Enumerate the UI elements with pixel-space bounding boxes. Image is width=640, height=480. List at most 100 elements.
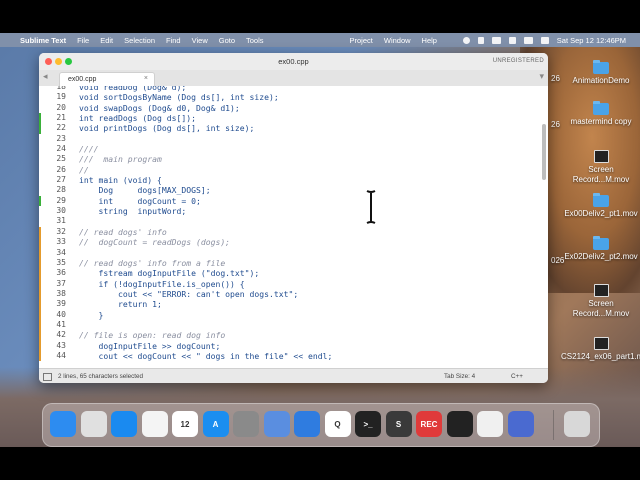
window-title: ex00.cpp bbox=[278, 57, 309, 66]
code-text: void sortDogsByName (Dog ds[], int size)… bbox=[79, 92, 279, 103]
menu-file[interactable]: File bbox=[77, 36, 89, 45]
dock-trash-icon[interactable] bbox=[564, 411, 590, 437]
tab-ex00-cpp[interactable]: ex00.cpp × bbox=[59, 72, 155, 87]
menu-clock[interactable]: Sat Sep 12 12:46PM bbox=[557, 36, 626, 45]
code-line[interactable]: 19 void sortDogsByName (Dog ds[], int siz… bbox=[39, 92, 539, 102]
dock-activity-icon[interactable] bbox=[446, 411, 473, 437]
code-lines: 18 void readDog (Dog& d); 19 void sortDogsB… bbox=[39, 86, 539, 362]
code-line[interactable]: 44 cout << dogCount << " dogs in the fil… bbox=[39, 350, 539, 362]
tab-size-selector[interactable]: Tab Size: 4 bbox=[444, 373, 475, 380]
code-text: int dogCount = 0; bbox=[79, 195, 201, 206]
menu-help[interactable]: Help bbox=[422, 36, 437, 45]
line-number: 38 bbox=[56, 288, 66, 298]
record-icon[interactable] bbox=[462, 36, 470, 44]
menu-goto[interactable]: Goto bbox=[219, 36, 235, 45]
tab-close-icon[interactable]: × bbox=[144, 75, 148, 82]
desktop-icon[interactable]: CS2124_ex06_part1.mov bbox=[561, 337, 640, 362]
code-line[interactable]: 40 } bbox=[39, 309, 539, 320]
code-editor[interactable]: 18 void readDog (Dog& d); 19 void sortDogsB… bbox=[39, 86, 548, 368]
code-text: int readDogs (Dog ds[]); bbox=[79, 113, 196, 124]
status-bar: 2 lines, 65 characters selected Tab Size… bbox=[39, 368, 548, 383]
menu-project[interactable]: Project bbox=[350, 36, 373, 45]
code-line[interactable]: 27 int main (void) { bbox=[39, 175, 539, 185]
folder-icon bbox=[593, 60, 609, 74]
code-line[interactable]: 20 void swapDogs (Dog& d0, Dog& d1); bbox=[39, 103, 539, 113]
bluetooth-icon[interactable] bbox=[477, 36, 484, 44]
code-line[interactable]: 35 // read dogs' info from a file bbox=[39, 257, 539, 269]
folder-icon bbox=[593, 193, 609, 207]
code-line[interactable]: 36 fstream dogInputFile ("dog.txt"); bbox=[39, 268, 539, 279]
menu-selection[interactable]: Selection bbox=[124, 36, 155, 45]
code-line[interactable]: 21 int readDogs (Dog ds[]); bbox=[39, 113, 539, 124]
panel-toggle-icon[interactable] bbox=[43, 373, 52, 381]
menu-window[interactable]: Window bbox=[384, 36, 411, 45]
desktop-icon[interactable]: Ex00Deliv2_pt1.mov bbox=[561, 193, 640, 219]
code-line[interactable]: 34 bbox=[39, 247, 539, 258]
dock-app-store-icon[interactable]: A bbox=[202, 411, 229, 437]
code-line[interactable]: 26 // bbox=[39, 165, 539, 175]
window-titlebar[interactable]: ex00.cpp UNREGISTERED bbox=[39, 53, 548, 71]
dock-safari-icon[interactable] bbox=[111, 411, 137, 437]
desktop-icon[interactable]: mastermind copy bbox=[561, 101, 640, 127]
dock-quicktime-icon[interactable]: Q bbox=[324, 411, 351, 437]
code-text: if (!dogInputFile.is_open()) { bbox=[79, 278, 245, 289]
code-text: Dog dogs[MAX_DOGS]; bbox=[79, 185, 211, 196]
menu-app-name[interactable]: Sublime Text bbox=[20, 36, 66, 45]
dock-glyph: A bbox=[212, 419, 219, 429]
desktop-icon[interactable]: AnimationDemo bbox=[561, 60, 640, 86]
desktop-icon[interactable]: Screen Record...M.mov bbox=[561, 284, 640, 319]
dock-downloads-icon[interactable] bbox=[507, 411, 534, 437]
folder-icon bbox=[593, 236, 609, 250]
code-line[interactable]: 38 cout << "ERROR: can't open dogs.txt"; bbox=[39, 288, 539, 300]
line-number: 41 bbox=[56, 319, 66, 329]
code-line[interactable]: 42 // file is open: read dog info bbox=[39, 330, 539, 341]
tab-nav-left-icon[interactable]: ◂ bbox=[43, 72, 48, 82]
code-line[interactable]: 25 /// main program bbox=[39, 154, 539, 164]
siri-icon[interactable] bbox=[540, 36, 549, 44]
syntax-selector[interactable]: C++ bbox=[511, 373, 523, 380]
spotlight-icon[interactable] bbox=[508, 36, 516, 44]
menu-view[interactable]: View bbox=[192, 36, 208, 45]
line-number: 43 bbox=[56, 340, 66, 350]
code-line[interactable]: 22 void printDogs (Dog ds[], int size); bbox=[39, 123, 539, 134]
desktop-icon[interactable]: Screen Record...M.mov bbox=[561, 150, 640, 185]
dock-system-preferences-icon[interactable] bbox=[233, 411, 259, 437]
code-line[interactable]: 39 return 1; bbox=[39, 299, 539, 310]
code-text: dogInputFile >> dogCount; bbox=[79, 340, 221, 351]
dock-photos-icon[interactable] bbox=[141, 411, 168, 437]
dock-preview-icon[interactable] bbox=[263, 411, 290, 437]
code-line[interactable]: 29 int dogCount = 0; bbox=[39, 195, 539, 207]
code-line[interactable]: 23 bbox=[39, 134, 539, 144]
code-line[interactable]: 31 bbox=[39, 216, 539, 226]
code-line[interactable]: 24 //// bbox=[39, 144, 539, 154]
code-text: cout << "ERROR: can't open dogs.txt"; bbox=[79, 288, 299, 299]
menubar-status-area: Sat Sep 12 12:46PM bbox=[462, 33, 634, 47]
dock-finder-icon[interactable] bbox=[50, 411, 76, 437]
dock-sublime-text-icon[interactable]: S bbox=[385, 411, 412, 437]
wifi-icon[interactable] bbox=[491, 36, 501, 44]
line-number: 26 bbox=[56, 164, 66, 174]
code-line[interactable]: 30 string inputWord; bbox=[39, 206, 539, 216]
code-line[interactable]: 28 Dog dogs[MAX_DOGS]; bbox=[39, 185, 539, 195]
dock-calendar-icon[interactable]: 12 bbox=[172, 411, 198, 437]
editor-scrollbar[interactable] bbox=[542, 124, 546, 180]
menu-edit[interactable]: Edit bbox=[100, 36, 113, 45]
line-number: 25 bbox=[56, 154, 66, 164]
dock-terminal-icon[interactable]: >_ bbox=[355, 411, 381, 437]
code-line[interactable]: 32 // read dogs' info bbox=[39, 226, 539, 238]
desktop-icon[interactable]: Ex02Deliv2_pt2.mov bbox=[561, 236, 640, 262]
menu-find[interactable]: Find bbox=[166, 36, 181, 45]
code-text: int main (void) { bbox=[79, 175, 162, 186]
dock-recorder-icon[interactable]: REC bbox=[416, 411, 442, 437]
menu-tools[interactable]: Tools bbox=[246, 36, 264, 45]
control-center-icon[interactable] bbox=[523, 36, 533, 44]
code-line[interactable]: 37 if (!dogInputFile.is_open()) { bbox=[39, 278, 539, 289]
dock-xcode-icon[interactable] bbox=[294, 411, 320, 437]
code-line[interactable]: 41 bbox=[39, 319, 539, 331]
dock-launchpad-icon[interactable] bbox=[80, 411, 107, 437]
tab-list-icon[interactable]: ▾ bbox=[539, 72, 544, 82]
code-line[interactable]: 43 dogInputFile >> dogCount; bbox=[39, 340, 539, 351]
dock-textedit-icon[interactable] bbox=[477, 411, 503, 437]
code-text: } bbox=[79, 309, 104, 320]
code-line[interactable]: 33 // dogCount = readDogs (dogs); bbox=[39, 237, 539, 248]
